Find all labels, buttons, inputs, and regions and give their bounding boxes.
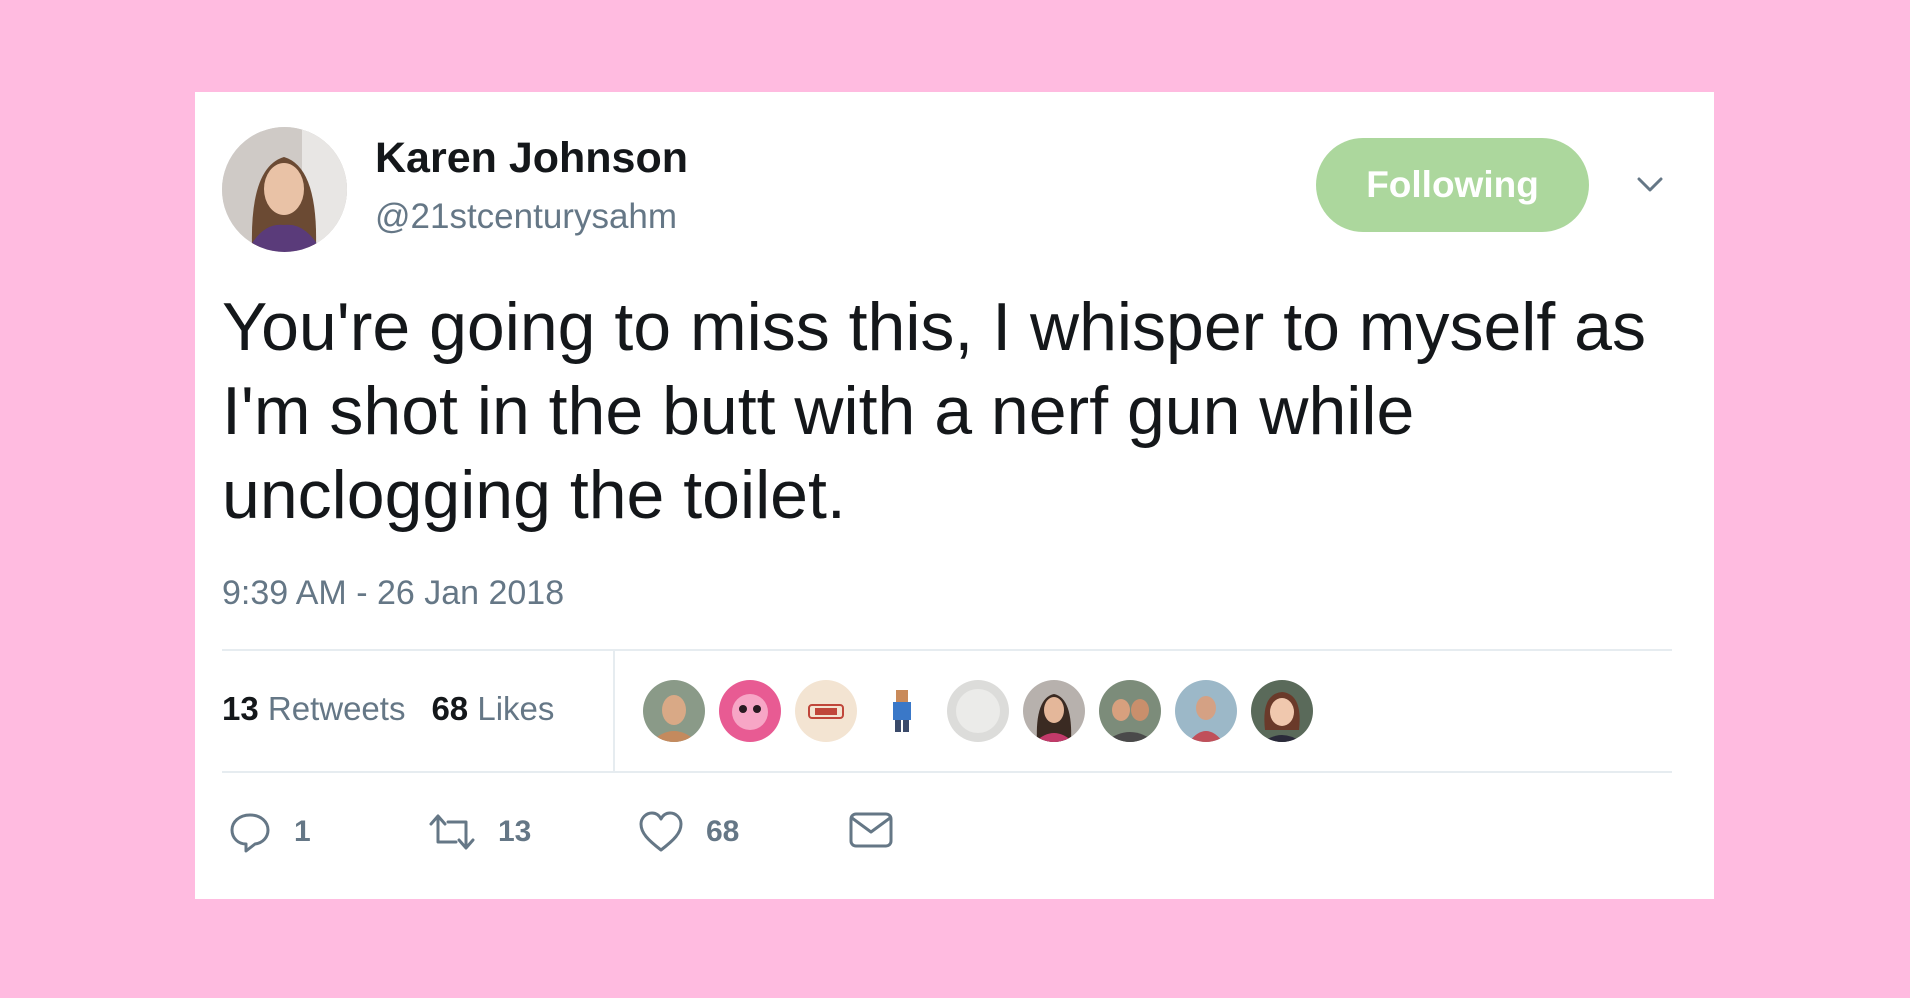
- following-button[interactable]: Following: [1316, 138, 1589, 232]
- liker-avatar[interactable]: [719, 680, 781, 742]
- retweet-icon: [428, 810, 476, 854]
- liker-avatar[interactable]: [1099, 680, 1161, 742]
- reply-icon: [228, 810, 272, 854]
- likes-label: Likes: [477, 690, 555, 727]
- heart-icon: [638, 810, 684, 854]
- retweets-stat[interactable]: 13 Retweets: [222, 690, 405, 728]
- tweet-card: Karen Johnson @21stcenturysahm Following…: [195, 92, 1714, 899]
- likes-stat[interactable]: 68 Likes: [431, 690, 554, 728]
- liker-avatar[interactable]: [1175, 680, 1237, 742]
- retweet-button[interactable]: 13: [428, 810, 531, 854]
- stats-divider: [613, 651, 615, 771]
- user-handle[interactable]: @21stcenturysahm: [375, 197, 677, 237]
- tweet-stats: 13 Retweets 68 Likes: [222, 690, 554, 728]
- like-button[interactable]: 68: [638, 810, 739, 854]
- divider: [222, 771, 1672, 773]
- liker-avatar[interactable]: [643, 680, 705, 742]
- liker-avatar[interactable]: [1023, 680, 1085, 742]
- liker-avatar[interactable]: [795, 680, 857, 742]
- liker-avatar[interactable]: [871, 680, 933, 742]
- retweets-count: 13: [222, 690, 259, 727]
- retweets-label: Retweets: [267, 690, 406, 727]
- liker-avatars: [643, 680, 1313, 742]
- liker-avatar[interactable]: [947, 680, 1009, 742]
- like-count: 68: [706, 815, 740, 848]
- tweet-text: You're going to miss this, I whisper to …: [222, 289, 1646, 533]
- direct-message-icon: [848, 810, 894, 850]
- avatar[interactable]: [222, 127, 347, 252]
- reply-count: 1: [294, 815, 311, 848]
- likes-count: 68: [431, 690, 469, 727]
- reply-button[interactable]: 1: [228, 810, 311, 854]
- chevron-down-icon[interactable]: [1633, 167, 1667, 201]
- divider: [222, 649, 1672, 651]
- display-name[interactable]: Karen Johnson: [375, 134, 688, 183]
- direct-message-button[interactable]: [848, 810, 894, 850]
- retweet-count: 13: [498, 815, 532, 848]
- liker-avatar[interactable]: [1251, 680, 1313, 742]
- tweet-timestamp[interactable]: 9:39 AM - 26 Jan 2018: [222, 574, 564, 613]
